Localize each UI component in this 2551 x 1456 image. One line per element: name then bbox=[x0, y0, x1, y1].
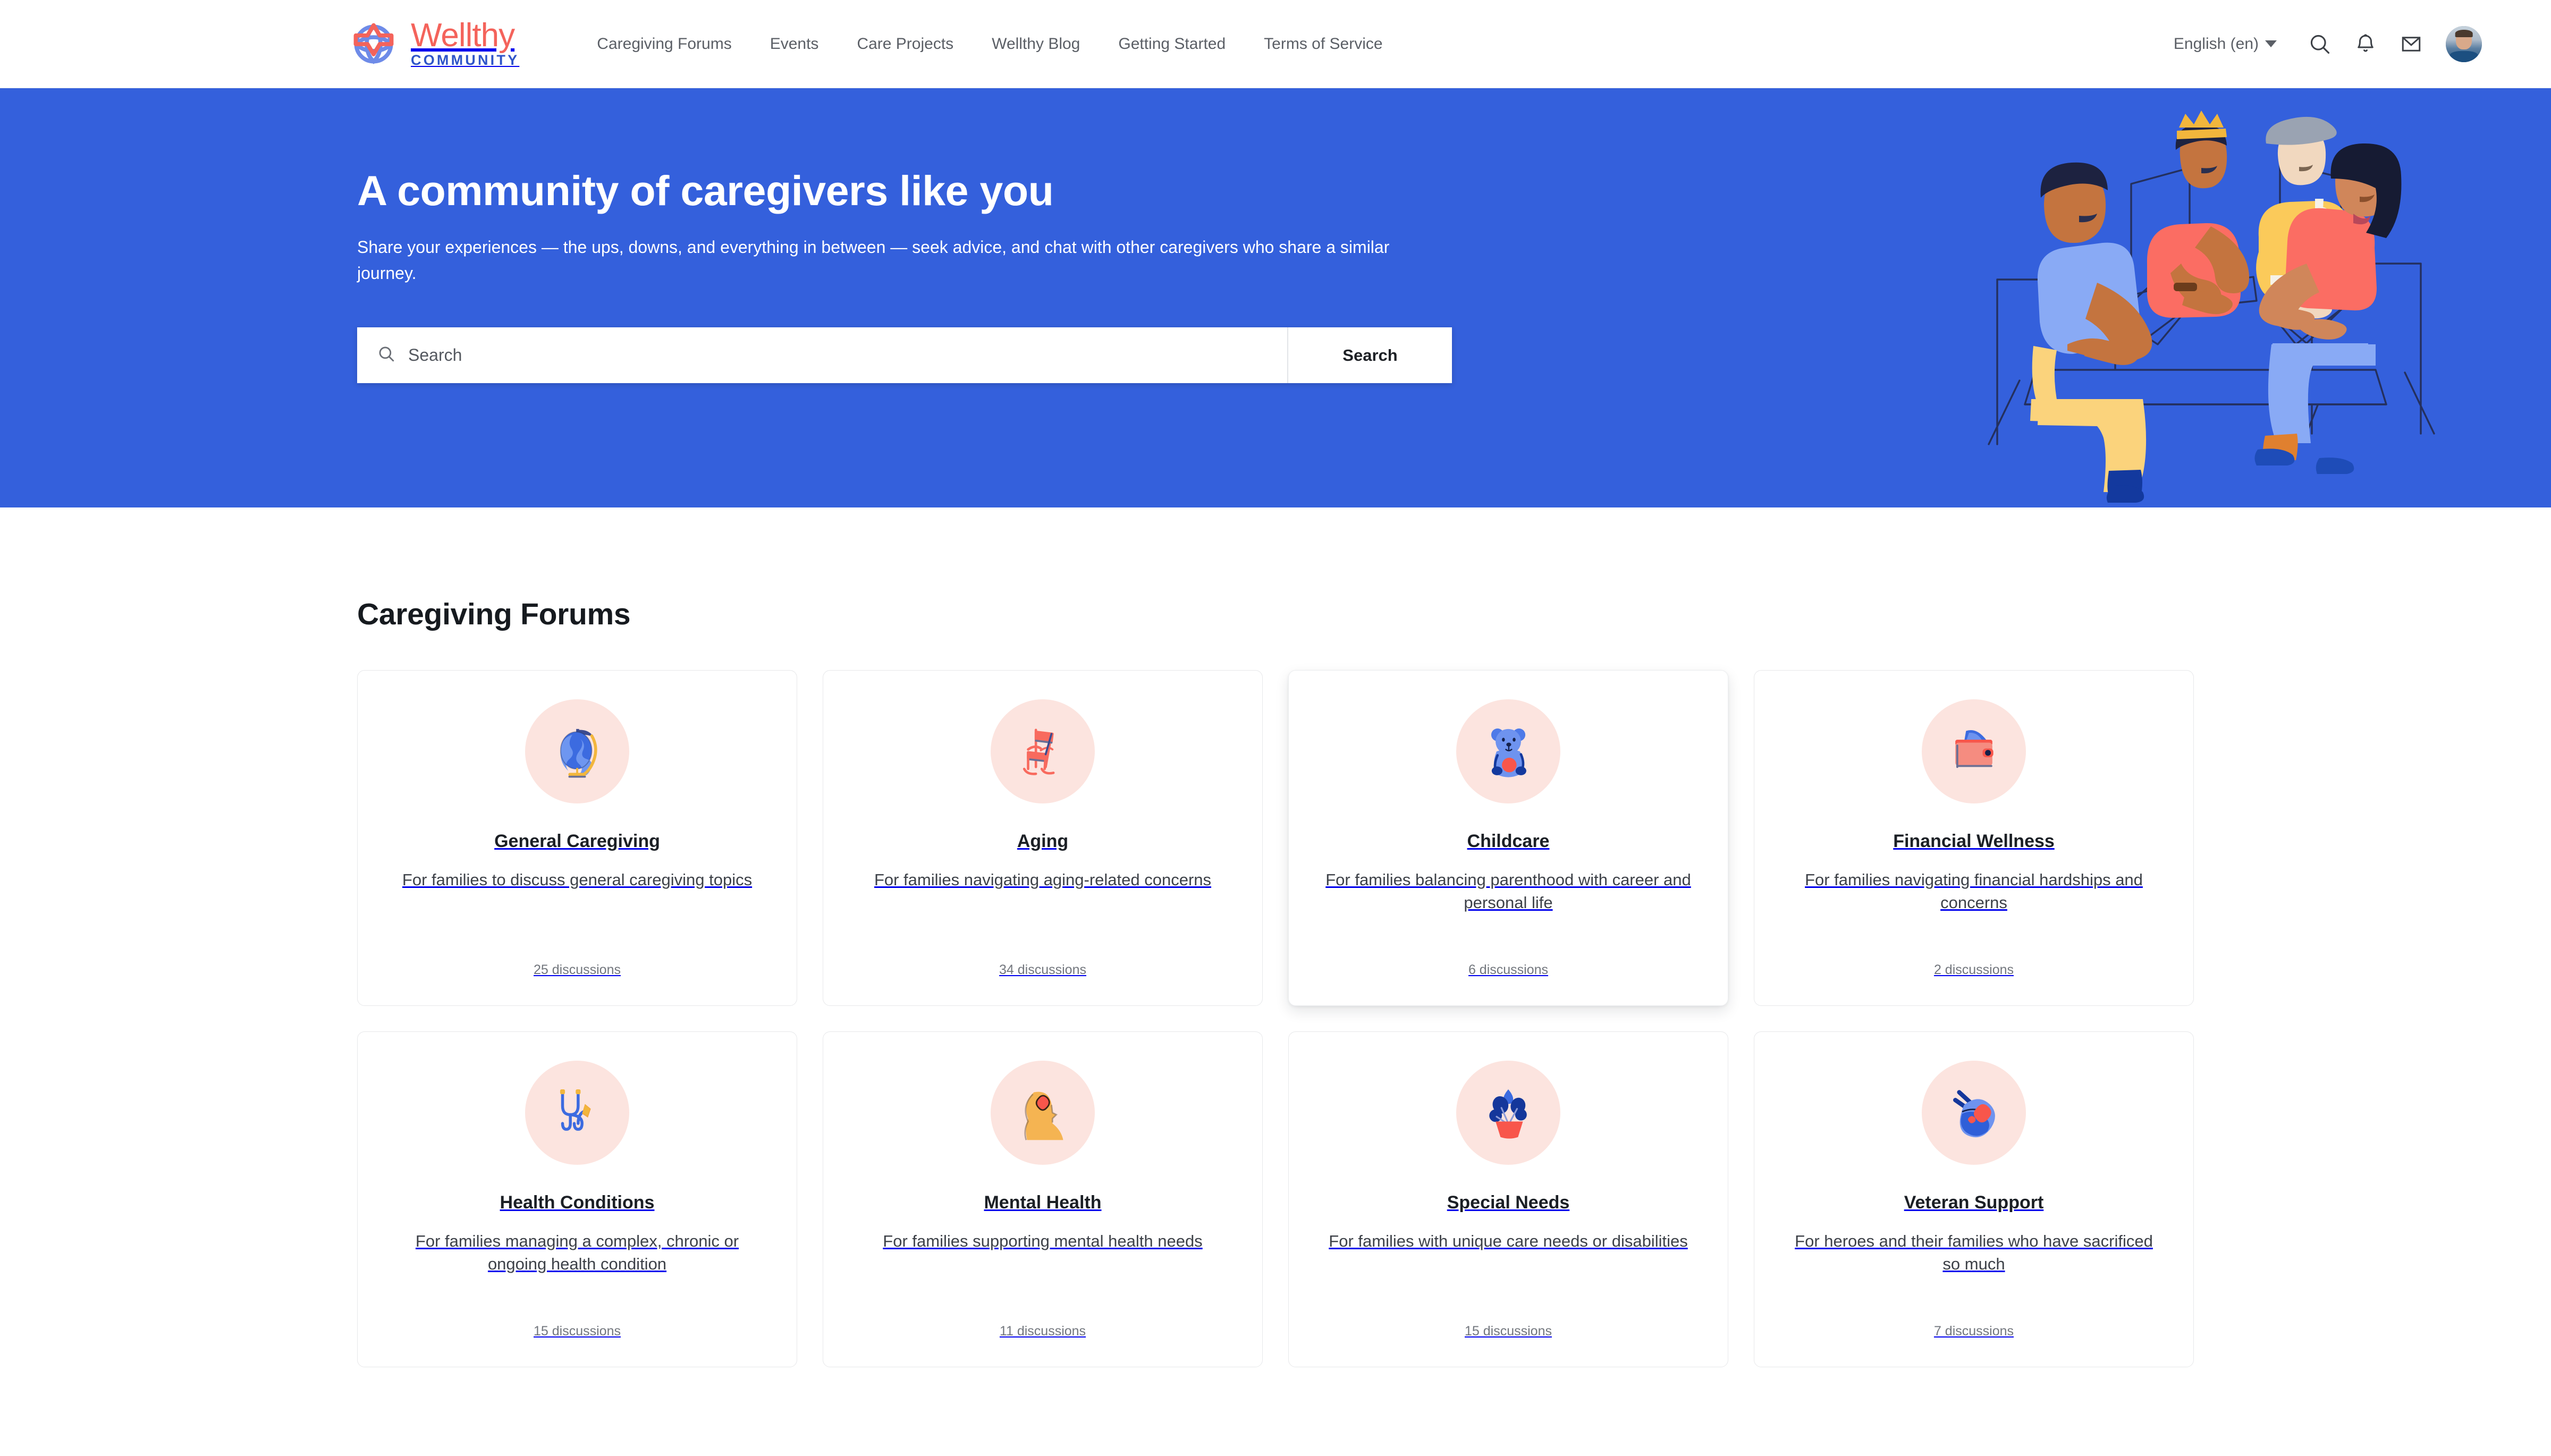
nav-item-caregiving-forums[interactable]: Caregiving Forums bbox=[578, 35, 750, 53]
head-with-heart-icon bbox=[991, 1061, 1095, 1165]
forum-card-count: 6 discussions bbox=[1468, 962, 1549, 977]
forum-card-grid: General Caregiving For families to discu… bbox=[357, 670, 2194, 1367]
brand-subtitle: COMMUNITY bbox=[411, 52, 520, 69]
nav-item-care-projects[interactable]: Care Projects bbox=[838, 35, 973, 53]
main-navigation: Caregiving Forums Events Care Projects W… bbox=[578, 35, 1401, 53]
forum-card-description: For families navigating financial hardsh… bbox=[1805, 870, 2143, 912]
nav-item-wellthy-blog[interactable]: Wellthy Blog bbox=[973, 35, 1099, 53]
dog-tags-heart-icon bbox=[1922, 1061, 2026, 1165]
search-placeholder: Search bbox=[408, 345, 462, 365]
bell-icon bbox=[2354, 33, 2377, 55]
forum-card-title: General Caregiving bbox=[494, 831, 660, 851]
header-actions: English (en) bbox=[2174, 21, 2482, 67]
envelope-icon bbox=[2400, 33, 2422, 55]
forum-card-count: 34 discussions bbox=[999, 962, 1086, 977]
hero-illustration bbox=[1940, 104, 2471, 507]
nav-item-events[interactable]: Events bbox=[751, 35, 838, 53]
forum-card-count: 2 discussions bbox=[1933, 962, 2014, 977]
forum-card-special-needs[interactable]: Special Needs For families with unique c… bbox=[1288, 1031, 1728, 1367]
globe-icon bbox=[525, 699, 629, 803]
brand-name: Wellthy bbox=[411, 16, 515, 54]
wallet-icon bbox=[1922, 699, 2026, 803]
forum-card-aging[interactable]: Aging For families navigating aging-rela… bbox=[823, 670, 1263, 1006]
forum-card-description: For families managing a complex, chronic… bbox=[415, 1232, 739, 1273]
header-search-button[interactable] bbox=[2297, 21, 2343, 67]
search-icon bbox=[377, 345, 395, 366]
notifications-button[interactable] bbox=[2343, 21, 2388, 67]
forum-card-title: Aging bbox=[1017, 831, 1069, 851]
forum-card-count: 7 discussions bbox=[1933, 1324, 2014, 1339]
search-input-wrapper[interactable]: Search bbox=[357, 327, 1287, 384]
forum-card-title: Health Conditions bbox=[500, 1192, 655, 1213]
forum-card-description: For families supporting mental health ne… bbox=[883, 1232, 1203, 1250]
stethoscope-icon bbox=[525, 1061, 629, 1165]
forum-card-title: Childcare bbox=[1467, 831, 1550, 851]
brand-logo-link[interactable]: Wellthy COMMUNITY bbox=[348, 19, 519, 70]
forum-card-description: For families balancing parenthood with c… bbox=[1325, 870, 1691, 912]
page-title: Caregiving Forums bbox=[357, 597, 631, 631]
forum-card-mental-health[interactable]: Mental Health For families supporting me… bbox=[823, 1031, 1263, 1367]
forum-card-veteran-support[interactable]: Veteran Support For heroes and their fam… bbox=[1754, 1031, 2194, 1367]
forum-card-general-caregiving[interactable]: General Caregiving For families to discu… bbox=[357, 670, 797, 1006]
messages-button[interactable] bbox=[2388, 21, 2434, 67]
forum-card-count: 15 discussions bbox=[1465, 1324, 1552, 1339]
search-submit-button[interactable]: Search bbox=[1287, 327, 1452, 384]
nav-item-getting-started[interactable]: Getting Started bbox=[1099, 35, 1245, 53]
hero-banner: A community of caregivers like you Share… bbox=[0, 88, 2551, 507]
teddy-bear-icon bbox=[1456, 699, 1560, 803]
forum-card-health-conditions[interactable]: Health Conditions For families managing … bbox=[357, 1031, 797, 1367]
hero-title: A community of caregivers like you bbox=[357, 167, 1054, 214]
forum-card-description: For families to discuss general caregivi… bbox=[402, 870, 753, 889]
forum-card-count: 15 discussions bbox=[534, 1324, 621, 1339]
forum-card-description: For heroes and their families who have s… bbox=[1795, 1232, 2153, 1273]
forum-card-financial-wellness[interactable]: Financial Wellness For families navigati… bbox=[1754, 670, 2194, 1006]
hero-search-bar: Search Search bbox=[357, 327, 1452, 384]
forum-card-description: For families with unique care needs or d… bbox=[1329, 1232, 1688, 1250]
wellthy-star-logo-icon bbox=[348, 19, 399, 70]
forum-card-title: Special Needs bbox=[1447, 1192, 1570, 1213]
hero-subtitle: Share your experiences — the ups, downs,… bbox=[357, 237, 1390, 283]
forum-card-childcare[interactable]: Childcare For families balancing parenth… bbox=[1288, 670, 1728, 1006]
forum-card-title: Veteran Support bbox=[1904, 1192, 2044, 1213]
language-label: English (en) bbox=[2173, 35, 2259, 53]
forum-card-description: For families navigating aging-related co… bbox=[874, 870, 1212, 889]
forum-card-count: 25 discussions bbox=[534, 962, 621, 977]
chevron-down-icon bbox=[2265, 40, 2277, 47]
avatar[interactable] bbox=[2446, 26, 2482, 62]
nav-item-terms-of-service[interactable]: Terms of Service bbox=[1245, 35, 1401, 53]
language-selector[interactable]: English (en) bbox=[2174, 35, 2297, 53]
rocking-chair-icon bbox=[991, 699, 1095, 803]
site-header: Wellthy COMMUNITY Caregiving Forums Even… bbox=[0, 0, 2551, 88]
forum-card-title: Financial Wellness bbox=[1893, 831, 2055, 851]
search-icon bbox=[2308, 32, 2332, 56]
forum-card-title: Mental Health bbox=[984, 1192, 1102, 1213]
forum-card-count: 11 discussions bbox=[999, 1324, 1086, 1339]
main-content: Caregiving Forums General Caregiving For… bbox=[0, 507, 2551, 1367]
potted-plant-icon bbox=[1456, 1061, 1560, 1165]
